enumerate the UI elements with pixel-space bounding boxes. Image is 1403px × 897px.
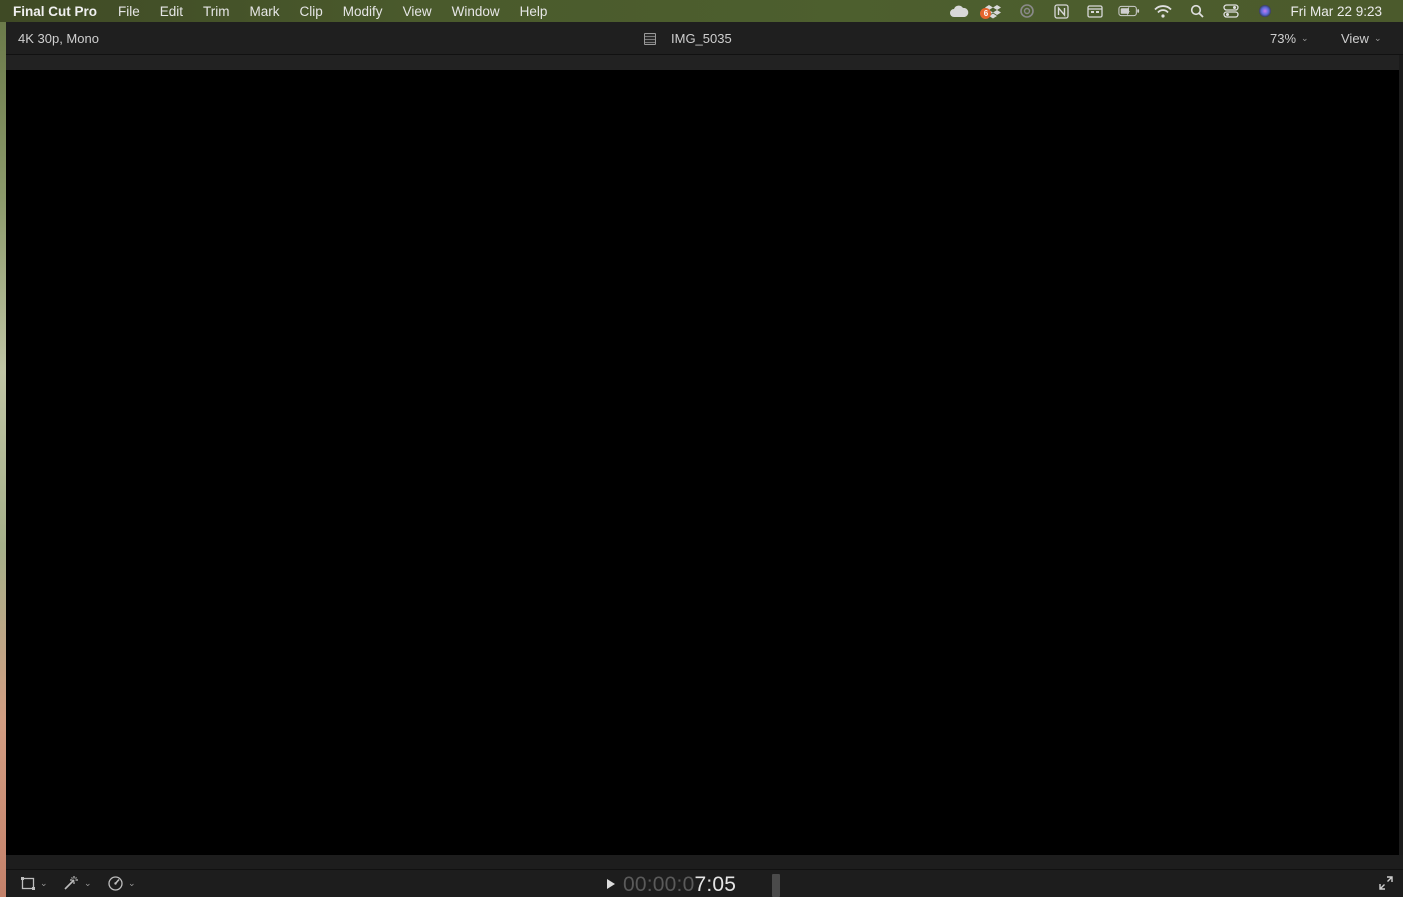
calendar-icon[interactable] (1084, 3, 1106, 19)
timecode-value: 7:05 (694, 873, 737, 896)
viewer-top-strip (6, 55, 1403, 70)
menu-bar: Final Cut Pro File Edit Trim Mark Clip M… (0, 0, 1403, 22)
fullscreen-icon[interactable] (1379, 876, 1393, 890)
magic-wand-icon (62, 875, 80, 891)
chevron-down-icon: ⌄ (128, 877, 136, 888)
retime-menu[interactable]: ⌄ (107, 875, 136, 891)
menu-help[interactable]: Help (520, 4, 548, 19)
spotlight-search-icon[interactable] (1186, 3, 1208, 19)
menu-file[interactable]: File (118, 4, 140, 19)
video-canvas[interactable] (6, 70, 1401, 855)
cc-circle-icon[interactable] (1016, 3, 1038, 19)
viewer-controls: ⌄ ⌄ ⌄ 00:00:07:05 (6, 855, 1403, 897)
app-menu[interactable]: Final Cut Pro (13, 4, 97, 19)
chevron-down-icon: ⌄ (1301, 33, 1309, 43)
timecode-display[interactable]: 00:00:07:05 (623, 873, 736, 897)
menu-edit[interactable]: Edit (160, 4, 183, 19)
transform-menu[interactable]: ⌄ (20, 876, 48, 891)
chevron-down-icon: ⌄ (1373, 33, 1382, 43)
clip-title: IMG_5035 (644, 31, 732, 46)
zoom-popup[interactable]: 73% ⌄ (1270, 31, 1309, 46)
status-area: 6 Fri Mar 22 9:23 (942, 0, 1403, 22)
menu-window[interactable]: Window (452, 4, 500, 19)
chevron-down-icon: ⌄ (84, 877, 92, 888)
enhancements-menu[interactable]: ⌄ (62, 875, 92, 891)
battery-icon[interactable] (1118, 3, 1140, 19)
timecode-leading: 00:00:0 (623, 873, 695, 896)
control-center-icon[interactable] (1220, 3, 1242, 19)
controls-divider (6, 869, 1403, 870)
menu-mark[interactable]: Mark (250, 4, 280, 19)
view-label: View (1341, 31, 1369, 46)
dropbox-icon[interactable]: 6 (980, 3, 1004, 19)
clip-name: IMG_5035 (671, 31, 732, 46)
viewer-header: 4K 30p, Mono IMG_5035 73% ⌄ View ⌄ (6, 22, 1403, 55)
play-icon[interactable] (606, 877, 616, 891)
speedometer-icon (107, 875, 124, 891)
format-info: 4K 30p, Mono (18, 31, 99, 46)
chevron-down-icon: ⌄ (40, 878, 48, 888)
film-clip-icon (644, 32, 656, 45)
menu-trim[interactable]: Trim (203, 4, 230, 19)
transform-icon (20, 876, 36, 891)
timecode-handle[interactable] (772, 874, 780, 897)
creative-cloud-icon[interactable] (948, 3, 970, 19)
siri-icon[interactable] (1254, 3, 1276, 19)
view-popup[interactable]: View ⌄ (1341, 31, 1382, 46)
menu-clip[interactable]: Clip (300, 4, 323, 19)
viewer-right-edge (1399, 55, 1403, 897)
menu-view[interactable]: View (403, 4, 432, 19)
notion-icon[interactable] (1050, 3, 1072, 19)
wifi-icon[interactable] (1152, 3, 1174, 19)
menu-modify[interactable]: Modify (343, 4, 383, 19)
menu-bar-clock[interactable]: Fri Mar 22 9:23 (1290, 4, 1382, 19)
zoom-level: 73% (1270, 31, 1297, 46)
